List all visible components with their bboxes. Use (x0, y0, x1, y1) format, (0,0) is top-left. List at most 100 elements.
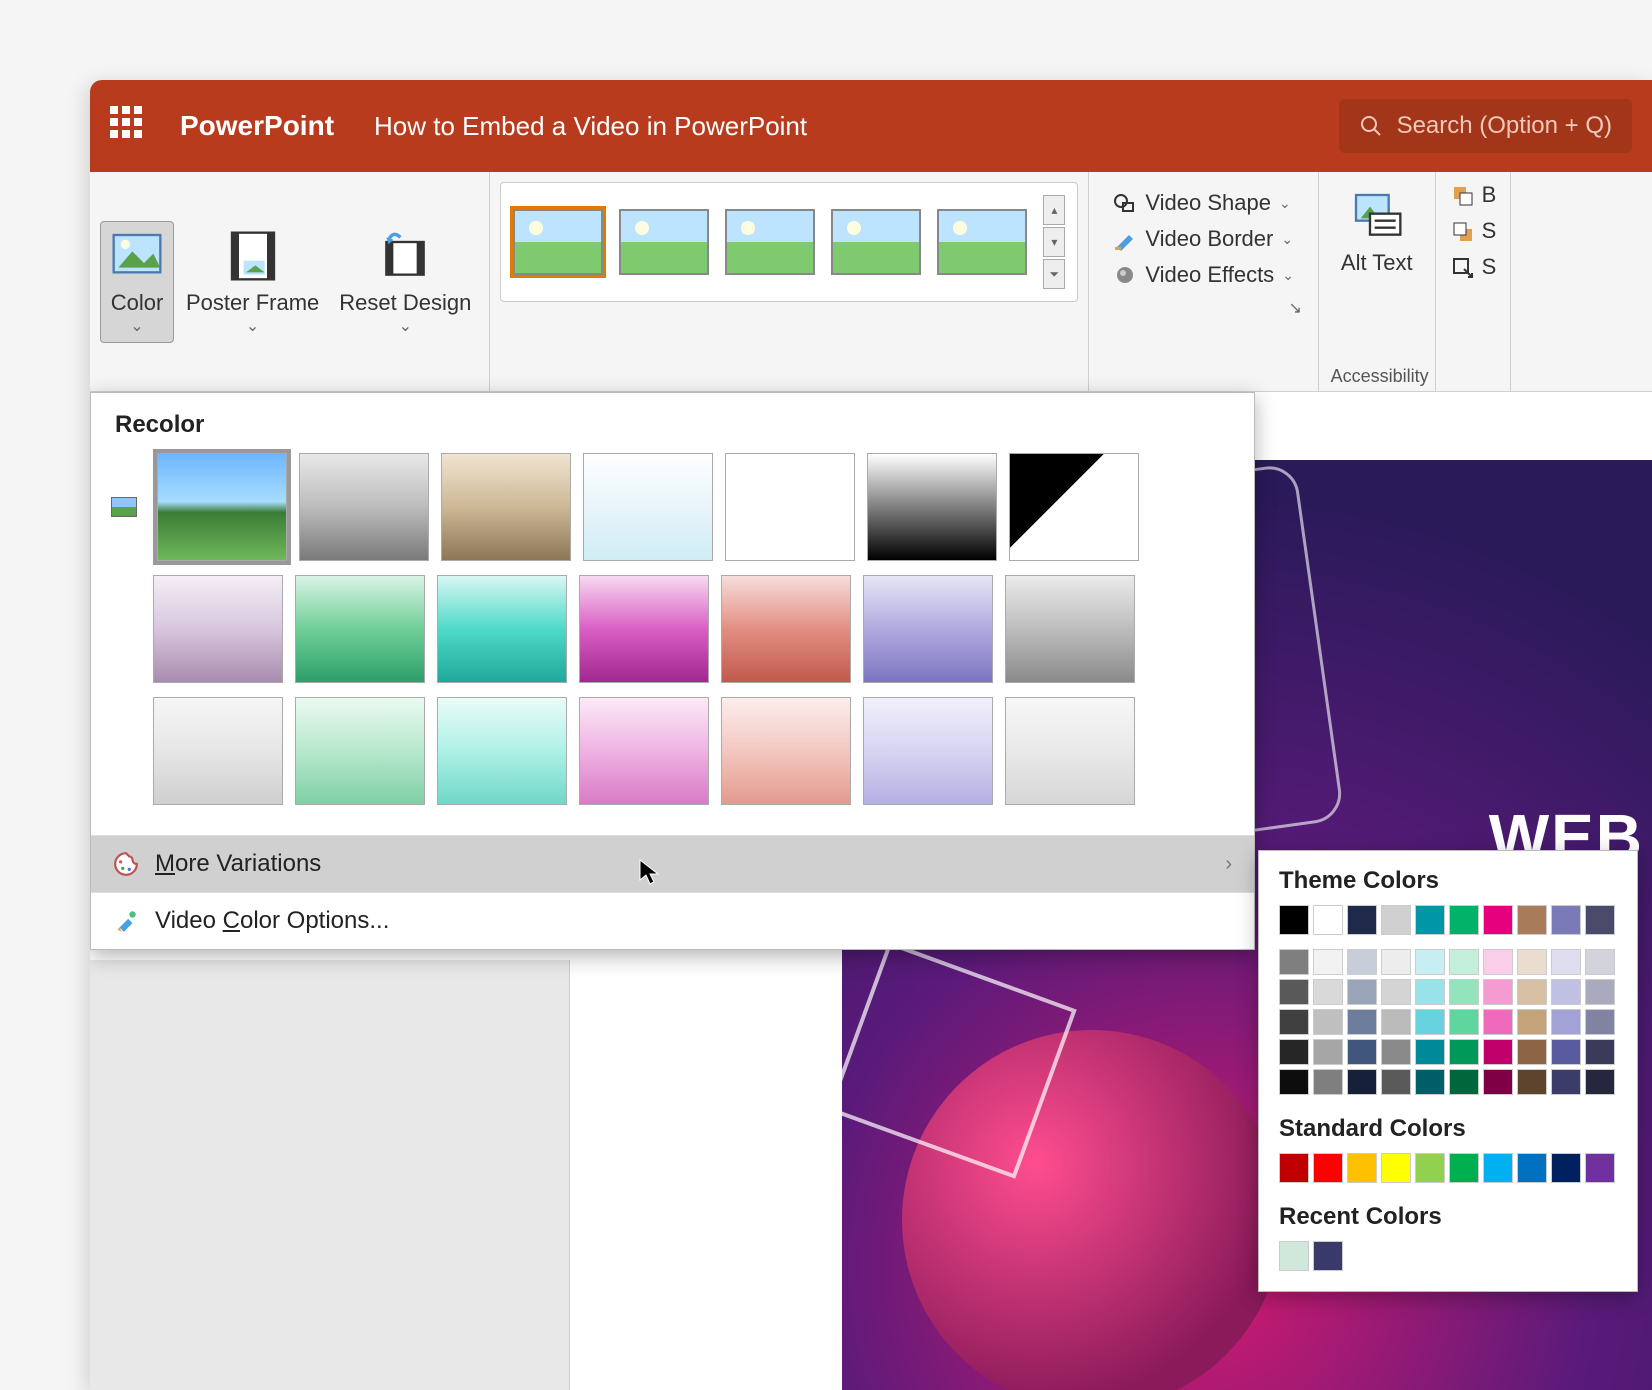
recolor-preset-black-white-50[interactable] (867, 453, 997, 561)
color-swatch[interactable] (1415, 905, 1445, 935)
color-swatch[interactable] (1585, 949, 1615, 975)
color-swatch[interactable] (1279, 1069, 1309, 1095)
color-swatch[interactable] (1585, 1009, 1615, 1035)
color-swatch[interactable] (1483, 1069, 1513, 1095)
color-swatch[interactable] (1279, 1153, 1309, 1183)
poster-frame-button[interactable]: Poster Frame ⌄ (178, 222, 327, 342)
color-swatch[interactable] (1551, 905, 1581, 935)
gallery-up-icon[interactable]: ▴ (1043, 195, 1065, 225)
color-swatch[interactable] (1415, 979, 1445, 1005)
recolor-preset-recolor-light-gray[interactable] (153, 697, 283, 805)
color-swatch[interactable] (1449, 1069, 1479, 1095)
video-style-gallery[interactable]: ▴ ▾ ⏷ (500, 182, 1078, 302)
recolor-preset-recolor-light-periwinkle[interactable] (863, 697, 993, 805)
recolor-preset-recolor-periwinkle[interactable] (863, 575, 993, 683)
document-title[interactable]: How to Embed a Video in PowerPoint (374, 111, 807, 142)
color-swatch[interactable] (1449, 905, 1479, 935)
video-style-thumb[interactable] (619, 209, 709, 275)
color-swatch[interactable] (1279, 1009, 1309, 1035)
color-swatch[interactable] (1313, 1241, 1343, 1271)
color-swatch[interactable] (1347, 979, 1377, 1005)
color-swatch[interactable] (1347, 1153, 1377, 1183)
color-swatch[interactable] (1279, 979, 1309, 1005)
color-swatch[interactable] (1551, 1009, 1581, 1035)
gallery-down-icon[interactable]: ▾ (1043, 227, 1065, 257)
color-swatch[interactable] (1483, 979, 1513, 1005)
reset-design-button[interactable]: Reset Design ⌄ (331, 222, 479, 342)
color-swatch[interactable] (1585, 1153, 1615, 1183)
recolor-preset-sepia[interactable] (441, 453, 571, 561)
recolor-preset-grayscale[interactable] (299, 453, 429, 561)
color-swatch[interactable] (1313, 1153, 1343, 1183)
color-swatch[interactable] (1551, 1039, 1581, 1065)
color-swatch[interactable] (1449, 979, 1479, 1005)
alt-text-button[interactable]: Alt Text (1333, 182, 1421, 282)
video-style-thumb[interactable] (831, 209, 921, 275)
color-swatch[interactable] (1517, 905, 1547, 935)
color-swatch[interactable] (1279, 1241, 1309, 1271)
video-style-thumb[interactable] (513, 209, 603, 275)
gallery-more-icon[interactable]: ⏷ (1043, 259, 1065, 289)
recolor-preset-recolor-lavender[interactable] (153, 575, 283, 683)
color-swatch[interactable] (1415, 1153, 1445, 1183)
color-swatch[interactable] (1517, 979, 1547, 1005)
color-swatch[interactable] (1483, 1009, 1513, 1035)
color-swatch[interactable] (1279, 1039, 1309, 1065)
color-swatch[interactable] (1415, 1069, 1445, 1095)
recolor-preset-recolor-light-green[interactable] (295, 697, 425, 805)
video-shape-button[interactable]: Video Shape ⌄ (1113, 190, 1294, 216)
send-backward-button[interactable]: S (1450, 218, 1497, 244)
color-swatch[interactable] (1313, 1039, 1343, 1065)
color-swatch[interactable] (1279, 905, 1309, 935)
app-launcher-icon[interactable] (110, 106, 150, 146)
recolor-preset-recolor-light-gray2[interactable] (1005, 697, 1135, 805)
color-swatch[interactable] (1415, 1009, 1445, 1035)
recolor-preset-recolor-light-coral[interactable] (721, 697, 851, 805)
recolor-preset-no-recolor[interactable] (157, 453, 287, 561)
color-swatch[interactable] (1347, 1039, 1377, 1065)
bring-forward-button[interactable]: B (1450, 182, 1497, 208)
color-swatch[interactable] (1415, 1039, 1445, 1065)
color-swatch[interactable] (1517, 1069, 1547, 1095)
color-swatch[interactable] (1313, 1009, 1343, 1035)
color-swatch[interactable] (1313, 905, 1343, 935)
color-swatch[interactable] (1381, 1069, 1411, 1095)
color-swatch[interactable] (1381, 979, 1411, 1005)
color-swatch[interactable] (1381, 1153, 1411, 1183)
color-swatch[interactable] (1313, 949, 1343, 975)
color-swatch[interactable] (1313, 1069, 1343, 1095)
color-swatch[interactable] (1347, 1069, 1377, 1095)
color-swatch[interactable] (1585, 979, 1615, 1005)
color-button[interactable]: Color ⌄ (100, 221, 174, 343)
color-swatch[interactable] (1381, 949, 1411, 975)
video-border-button[interactable]: Video Border ⌄ (1113, 226, 1294, 252)
search-box[interactable]: Search (Option + Q) (1339, 99, 1632, 153)
color-swatch[interactable] (1483, 1153, 1513, 1183)
color-swatch[interactable] (1551, 979, 1581, 1005)
color-swatch[interactable] (1483, 1039, 1513, 1065)
slide-thumbnail-panel[interactable] (90, 960, 570, 1390)
color-swatch[interactable] (1381, 1009, 1411, 1035)
color-swatch[interactable] (1449, 1009, 1479, 1035)
recolor-preset-recolor-coral[interactable] (721, 575, 851, 683)
color-swatch[interactable] (1551, 1153, 1581, 1183)
color-swatch[interactable] (1585, 1039, 1615, 1065)
recolor-preset-recolor-light-magenta[interactable] (579, 697, 709, 805)
color-swatch[interactable] (1483, 905, 1513, 935)
color-swatch[interactable] (1483, 949, 1513, 975)
video-effects-button[interactable]: Video Effects ⌄ (1113, 262, 1294, 288)
recolor-preset-black-white-25[interactable] (725, 453, 855, 561)
recolor-preset-recolor-green[interactable] (295, 575, 425, 683)
video-color-options-item[interactable]: Video Color Options... (91, 892, 1254, 949)
recolor-preset-recolor-teal[interactable] (437, 575, 567, 683)
color-swatch[interactable] (1517, 1153, 1547, 1183)
color-swatch[interactable] (1449, 1039, 1479, 1065)
recolor-preset-recolor-light-teal[interactable] (437, 697, 567, 805)
color-swatch[interactable] (1415, 949, 1445, 975)
more-variations-item[interactable]: More Variations › (91, 835, 1254, 892)
color-swatch[interactable] (1449, 949, 1479, 975)
selection-pane-button[interactable]: S (1450, 254, 1497, 280)
color-swatch[interactable] (1517, 949, 1547, 975)
color-swatch[interactable] (1279, 949, 1309, 975)
color-swatch[interactable] (1347, 1009, 1377, 1035)
